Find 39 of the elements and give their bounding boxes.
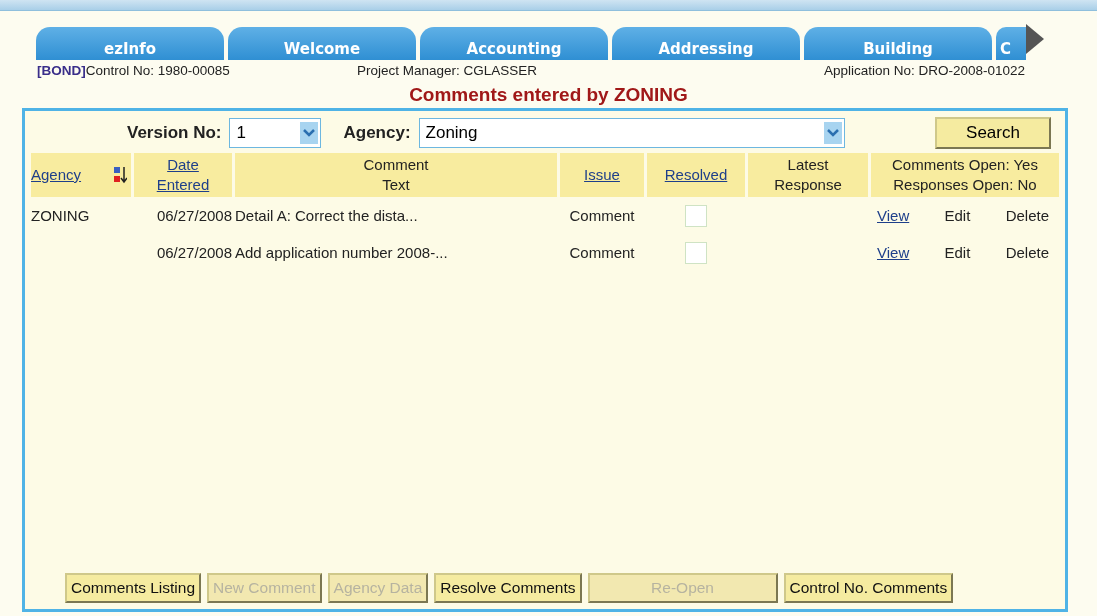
view-link[interactable]: View — [877, 207, 910, 224]
column-header-link[interactable]: Issue — [584, 164, 620, 186]
field-label: Version No: — [127, 123, 222, 143]
info-text: Application No: DRO-2008-01022 — [823, 63, 1025, 78]
column-header-link[interactable]: Resolved — [664, 164, 728, 186]
action-text[interactable]: Edit — [944, 244, 971, 261]
column-header: Comment Text — [362, 154, 430, 195]
table-cell-text: 06/27/2008 — [155, 206, 232, 226]
table-cell-text: Comment — [568, 206, 636, 226]
action-button[interactable]: Resolve Comments — [434, 573, 582, 603]
action-button[interactable]: Comments Listing — [65, 573, 202, 603]
page-heading: Comments entered by ZONING — [408, 84, 689, 106]
table-cell-text: Detail A: Correct the dista... — [235, 206, 419, 226]
column-header: Latest Response — [773, 154, 843, 195]
resolved-checkbox[interactable] — [685, 204, 707, 227]
column-header-link[interactable]: Date Entered — [148, 154, 218, 196]
scroll-right-arrow-icon[interactable] — [1026, 24, 1044, 54]
column-header-link[interactable]: Agency — [31, 164, 82, 186]
status-text: Comments Open: Yes — [892, 154, 1038, 175]
search-button[interactable]: Search — [935, 117, 1051, 149]
resolved-checkbox[interactable] — [685, 241, 707, 264]
sort-icon[interactable] — [113, 166, 127, 184]
view-link[interactable]: View — [877, 244, 910, 261]
table-cell-text: ZONING — [31, 206, 91, 226]
action-button[interactable]: Control No. Comments — [783, 573, 954, 603]
version-select[interactable]: 1 — [229, 118, 322, 148]
action-text[interactable]: Delete — [1005, 207, 1049, 224]
action-text[interactable]: Edit — [944, 207, 971, 224]
dropdown-caret-icon[interactable] — [823, 122, 842, 144]
agency-select[interactable]: Zoning — [418, 118, 845, 148]
info-text: Project Manager: CGLASSER — [357, 63, 538, 78]
table-cell-text: Comment — [568, 243, 636, 263]
dropdown-caret-icon[interactable] — [300, 122, 319, 144]
action-text[interactable]: Delete — [1005, 244, 1049, 261]
field-label: Agency: — [343, 123, 411, 143]
status-text: Responses Open: No — [893, 175, 1037, 195]
table-cell-text: Add application number 2008-... — [235, 243, 449, 263]
info-text: [BOND]Control No: 1980-00085 — [37, 63, 231, 78]
table-cell-text: 06/27/2008 — [155, 243, 232, 263]
